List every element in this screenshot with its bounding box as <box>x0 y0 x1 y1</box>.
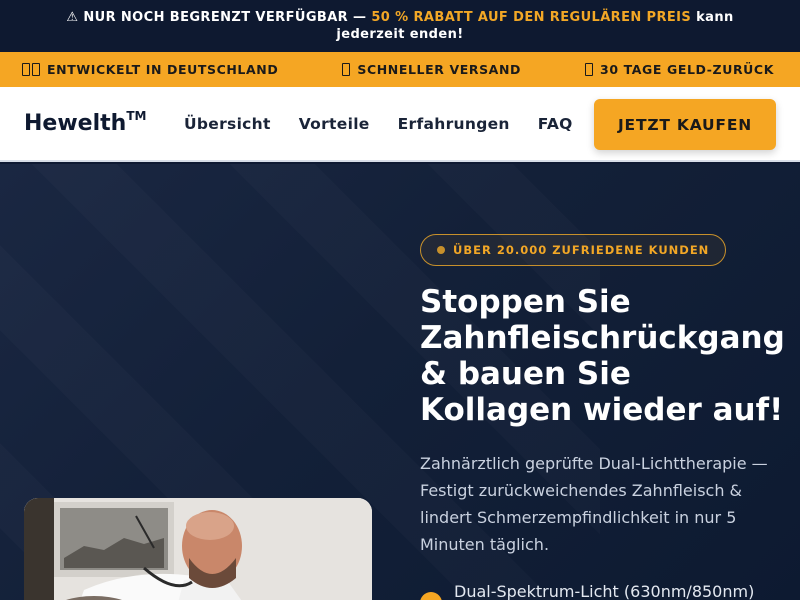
promo-text-before: NUR NOCH BEGRENZT VERFÜGBAR — <box>83 10 367 25</box>
buy-now-button[interactable]: JETZT KAUFEN <box>594 99 776 150</box>
shield-icon <box>585 63 594 76</box>
main-navigation: HewelthTM Übersicht Vorteile Erfahrungen… <box>0 87 800 162</box>
nav-link-reviews[interactable]: Erfahrungen <box>398 115 510 133</box>
warning-icon: ⚠ <box>66 10 79 25</box>
brand-name: Hewelth <box>24 111 127 136</box>
hero-photo <box>24 498 372 600</box>
promo-text: ⚠ NUR NOCH BEGRENZT VERFÜGBAR — 50 % RAB… <box>30 9 770 43</box>
hero-headline: Stoppen Sie Zahnfleischrückgang & bauen … <box>420 284 785 428</box>
nav-link-benefits[interactable]: Vorteile <box>299 115 370 133</box>
trust-bar: ENTWICKELT IN DEUTSCHLAND SCHNELLER VERS… <box>0 52 800 87</box>
promo-highlight: 50 % RABATT AUF DEN REGULÄREN PREIS <box>371 10 692 25</box>
badge-label: ÜBER 20.000 ZUFRIEDENE KUNDEN <box>453 243 710 257</box>
feature-label: Dual-Spektrum-Licht (630nm/850nm) <box>454 582 755 600</box>
check-icon <box>420 592 442 600</box>
hero-section: ÜBER 20.000 ZUFRIEDENE KUNDEN Stoppen Si… <box>0 164 800 600</box>
customer-count-badge: ÜBER 20.000 ZUFRIEDENE KUNDEN <box>420 234 727 266</box>
trademark-mark: TM <box>126 109 147 123</box>
trust-item-fast-shipping: SCHNELLER VERSAND <box>342 62 521 77</box>
trust-item-made-in-germany: ENTWICKELT IN DEUTSCHLAND <box>22 62 278 77</box>
hero-subline: Zahnärztlich geprüfte Dual-Lichttherapie… <box>420 454 768 554</box>
trust-item-money-back: 30 TAGE GELD-ZURÜCK <box>585 62 774 77</box>
feature-item: Dual-Spektrum-Licht (630nm/850nm) <box>420 582 754 600</box>
trust-item-label: SCHNELLER VERSAND <box>357 62 521 77</box>
nav-link-faq[interactable]: FAQ <box>538 115 573 133</box>
brand-logo[interactable]: HewelthTM <box>24 109 147 136</box>
dentist-photo-illustration <box>24 498 372 600</box>
flag-icon <box>22 63 40 76</box>
truck-icon <box>342 63 351 76</box>
trust-item-label: ENTWICKELT IN DEUTSCHLAND <box>47 62 279 77</box>
nav-links: Übersicht Vorteile Erfahrungen FAQ <box>184 115 573 133</box>
promo-banner: ⚠ NUR NOCH BEGRENZT VERFÜGBAR — 50 % RAB… <box>0 0 800 52</box>
nav-link-overview[interactable]: Übersicht <box>184 115 271 133</box>
trust-item-label: 30 TAGE GELD-ZURÜCK <box>600 62 774 77</box>
badge-dot-icon <box>437 246 445 254</box>
